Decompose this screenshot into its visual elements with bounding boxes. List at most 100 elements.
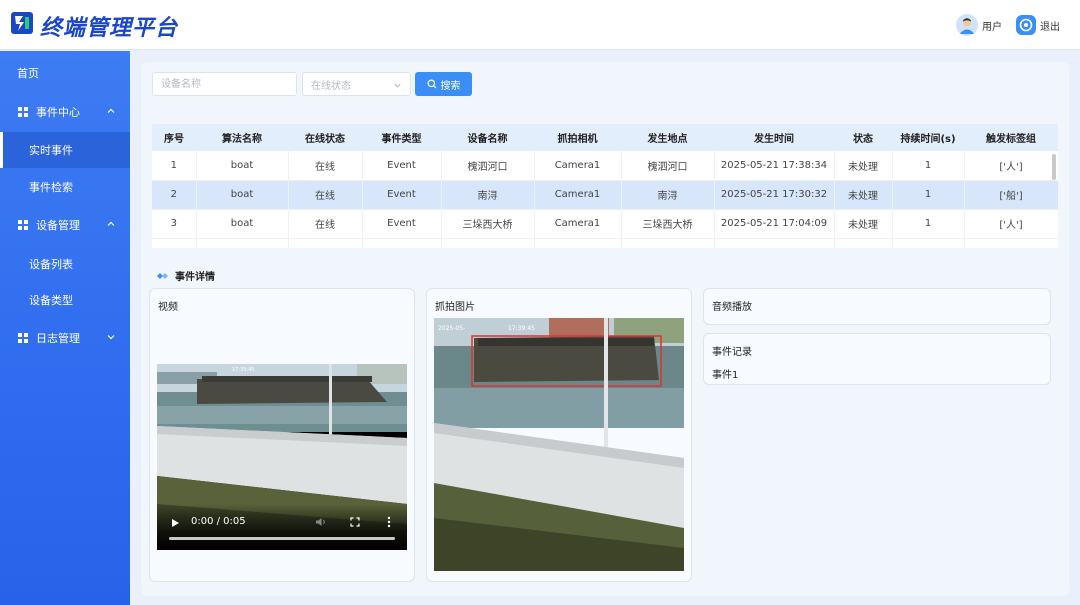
- cell-algorithm: boat: [196, 180, 289, 210]
- search-icon: [427, 79, 436, 89]
- cell-camera: Camera1: [534, 151, 622, 181]
- col-header-device-name: 设备名称: [441, 124, 534, 151]
- video-time: 0:00 / 0:05: [191, 516, 246, 527]
- table-header-row: 序号 算法名称 在线状态 事件类型 设备名称 抓拍相机 发生地点 发生时间 状态…: [152, 124, 1058, 151]
- col-header-event-type: 事件类型: [362, 124, 441, 151]
- grid-icon: [18, 333, 28, 343]
- table-row[interactable]: 3 boat 在线 Event 三垛西大桥 Camera1 三垛西大桥 2025…: [152, 209, 1058, 239]
- online-status-placeholder: 在线状态: [311, 80, 351, 92]
- more-options-icon[interactable]: [387, 516, 391, 528]
- sidebar-item-device-management[interactable]: 设备管理: [0, 207, 130, 243]
- audio-panel-label: 音频播放: [712, 302, 752, 313]
- video-player[interactable]: 17:39:45 0:00 / 0:05: [157, 364, 407, 550]
- cell-camera: Camera1: [534, 209, 622, 239]
- cell-location: 三垛西大桥: [621, 209, 715, 239]
- snapshot-image[interactable]: 2025-05- 17:39:45: [434, 318, 684, 571]
- user-label[interactable]: 用户: [982, 18, 1002, 33]
- cell-device-name: 三垛西大桥: [441, 209, 535, 239]
- sidebar-item-device-type[interactable]: 设备类型: [0, 282, 130, 318]
- snapshot-overlay-text: 2025-05-: [438, 325, 465, 332]
- chevron-up-icon: [107, 221, 115, 226]
- video-controls: 0:00 / 0:05: [157, 504, 407, 550]
- audio-panel: 音频播放: [703, 288, 1051, 325]
- cell-device-name: 槐泗河口: [441, 151, 535, 181]
- cell-online-status: 在线: [288, 180, 363, 210]
- table-row[interactable]: 2 boat 在线 Event 南浔 Camera1 南浔 2025-05-21…: [152, 180, 1058, 210]
- event-record-item[interactable]: 事件1: [712, 366, 738, 381]
- chevron-down-icon: [107, 335, 115, 340]
- table-row[interactable]: 1 boat 在线 Event 槐泗河口 Camera1 槐泗河口 2025-0…: [152, 151, 1058, 181]
- table-scrollbar[interactable]: [1052, 154, 1056, 180]
- cell-event-type: Event: [362, 151, 442, 181]
- sidebar-item-label: 设备类型: [29, 294, 73, 307]
- video-progress-bar[interactable]: [169, 537, 395, 540]
- cell-online-status: 在线: [288, 151, 363, 181]
- sidebar-item-label: 设备管理: [36, 219, 80, 232]
- sidebar-item-label: 日志管理: [36, 332, 80, 345]
- search-button[interactable]: 搜索: [415, 72, 472, 96]
- cell-tags: ['人']: [964, 209, 1058, 239]
- search-button-label: 搜索: [440, 80, 461, 92]
- device-name-input[interactable]: [152, 72, 297, 96]
- cell-status: 未处理: [834, 151, 893, 181]
- sidebar-item-label: 实时事件: [29, 144, 73, 157]
- video-overlay-time: 17:39:45: [232, 367, 254, 373]
- col-header-duration: 持续时间(s): [892, 124, 964, 151]
- snapshot-overlay-time: 17:39:45: [508, 325, 535, 332]
- chevron-up-icon: [107, 108, 115, 113]
- logout-label[interactable]: 退出: [1040, 18, 1060, 33]
- col-header-algorithm: 算法名称: [196, 124, 288, 151]
- user-avatar-icon[interactable]: [956, 14, 978, 36]
- logout-icon[interactable]: [1016, 15, 1036, 35]
- fullscreen-icon[interactable]: [350, 517, 360, 527]
- col-header-camera: 抓拍相机: [534, 124, 621, 151]
- sidebar-item-realtime-events[interactable]: 实时事件: [0, 132, 130, 168]
- chevron-down-icon: [394, 83, 401, 88]
- diamond-icon: [157, 272, 168, 279]
- cell-duration: 1: [892, 180, 965, 210]
- cell-camera: Camera1: [534, 180, 622, 210]
- app-title: 终端管理平台: [40, 16, 179, 41]
- online-status-select[interactable]: 在线状态: [302, 72, 411, 96]
- top-header: 终端管理平台 用户 退出: [0, 0, 1080, 50]
- section-title-label: 事件详情: [175, 272, 215, 283]
- grid-icon: [18, 220, 28, 230]
- col-header-tags: 触发标签组: [964, 124, 1058, 151]
- col-header-time: 发生时间: [714, 124, 834, 151]
- cell-index: 2: [152, 180, 197, 210]
- sidebar-item-event-center[interactable]: 事件中心: [0, 94, 130, 130]
- sidebar-item-log-management[interactable]: 日志管理: [0, 320, 130, 356]
- section-title-event-details: 事件详情: [157, 268, 215, 283]
- cell-event-type: Event: [362, 209, 442, 239]
- sidebar-item-label: 首页: [17, 67, 39, 80]
- cell-algorithm: boat: [196, 209, 289, 239]
- cell-location: 南浔: [621, 180, 715, 210]
- cell-event-type: Event: [362, 180, 442, 210]
- user-area: 用户 退出: [956, 14, 1060, 36]
- col-header-index: 序号: [152, 124, 196, 151]
- sidebar-item-event-search[interactable]: 事件检索: [0, 169, 130, 205]
- cell-time: 2025-05-21 17:30:32: [714, 180, 835, 210]
- snapshot-panel: 抓拍图片 2025-05- 17:39:45: [426, 288, 692, 582]
- sidebar-item-device-list[interactable]: 设备列表: [0, 246, 130, 282]
- play-icon[interactable]: [171, 518, 180, 528]
- cell-tags: ['船']: [964, 180, 1058, 210]
- app-logo-icon: [11, 12, 33, 34]
- cell-index: 1: [152, 151, 197, 181]
- cell-time: 2025-05-21 17:04:09: [714, 209, 835, 239]
- cell-time: 2025-05-21 17:38:34: [714, 151, 835, 181]
- snapshot-frame-image: 2025-05- 17:39:45: [434, 318, 684, 571]
- event-records-panel: 事件记录 事件1: [703, 333, 1051, 385]
- cell-device-name: 南浔: [441, 180, 535, 210]
- sidebar: 首页 事件中心 实时事件 事件检索 设备管理 设备列表 设备类型 日志管理: [0, 51, 130, 605]
- grid-icon: [18, 107, 28, 117]
- sidebar-item-label: 设备列表: [29, 258, 73, 271]
- cell-tags: ['人']: [964, 151, 1058, 181]
- sidebar-item-home[interactable]: 首页: [0, 55, 130, 91]
- main-content: 在线状态 搜索 序号 算法名称 在线状态 事件类型 设备名称 抓拍相机 发生地点…: [141, 62, 1069, 596]
- cell-index: 3: [152, 209, 197, 239]
- col-header-location: 发生地点: [621, 124, 714, 151]
- cell-status: 未处理: [834, 180, 893, 210]
- snapshot-panel-label: 抓拍图片: [435, 302, 475, 313]
- volume-icon[interactable]: [315, 517, 327, 527]
